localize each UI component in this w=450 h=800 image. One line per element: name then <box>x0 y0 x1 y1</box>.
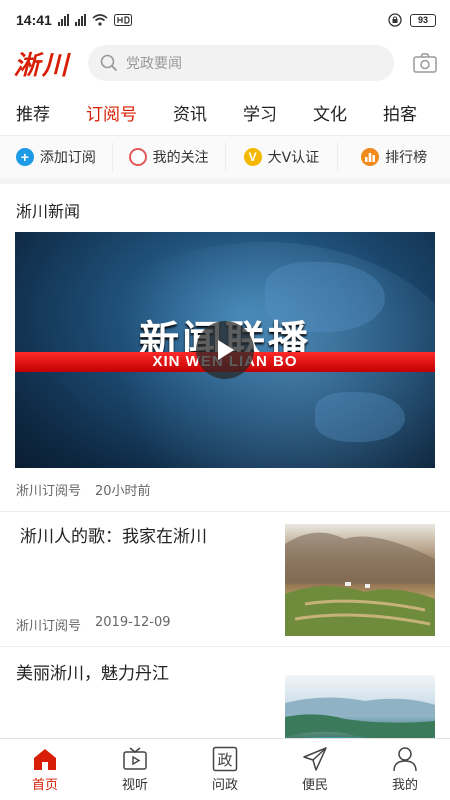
video-time: 20小时前 <box>95 484 151 499</box>
play-icon <box>218 340 234 360</box>
tab-news[interactable]: 资讯 <box>173 96 207 125</box>
camera-button[interactable] <box>412 50 438 76</box>
signal-icon <box>57 14 69 26</box>
plus-icon: + <box>15 148 34 166</box>
hd-icon <box>113 14 132 26</box>
status-time: 14:41 <box>16 12 52 28</box>
news-thumbnail <box>285 524 435 636</box>
video-source: 淅川订阅号 <box>16 484 82 499</box>
status-bar: 14:41 93 <box>0 0 450 40</box>
send-icon <box>303 747 327 771</box>
person-icon <box>393 747 417 772</box>
my-follows-button[interactable]: 我的关注 <box>113 142 226 172</box>
circle-icon <box>128 148 147 166</box>
bottom-nav: 首页 视听 政 问政 便民 我的 <box>0 738 450 800</box>
ranking-button[interactable]: 排行榜 <box>338 142 450 172</box>
list-item[interactable]: 美丽淅川，魅力丹江 <box>0 647 450 787</box>
tab-culture[interactable]: 文化 <box>313 96 347 125</box>
add-subscription-button[interactable]: + 添加订阅 <box>0 142 113 172</box>
my-follows-label: 我的关注 <box>152 150 209 166</box>
news-title: 美丽淅川，魅力丹江 <box>16 664 169 684</box>
header: 淅川 党政要闻 <box>0 40 450 86</box>
tab-photographer[interactable]: 拍客 <box>383 96 417 125</box>
nav-inquiry[interactable]: 政 问政 <box>180 739 270 800</box>
quick-actions: + 添加订阅 我的关注 V 大V认证 排行榜 <box>0 136 450 184</box>
camera-icon <box>413 53 437 73</box>
tab-study[interactable]: 学习 <box>243 96 277 125</box>
news-source: 淅川订阅号 <box>16 619 82 634</box>
nav-services-label: 便民 <box>301 778 328 793</box>
video-meta: 淅川订阅号 20小时前 <box>0 468 450 512</box>
video-card[interactable]: 新闻联播 XIN WEN LIAN BO <box>15 232 435 468</box>
news-title: 淅川人的歌：我家在淅川 <box>20 527 207 547</box>
app-logo: 淅川 <box>14 50 71 81</box>
signal-icon <box>74 14 86 26</box>
nav-services[interactable]: 便民 <box>270 739 360 800</box>
wifi-icon <box>92 14 108 26</box>
video-background-land <box>315 392 405 442</box>
news-date: 2019-12-09 <box>95 615 171 630</box>
play-button[interactable] <box>196 321 254 379</box>
nav-home[interactable]: 首页 <box>0 739 90 800</box>
add-subscription-label: 添加订阅 <box>39 150 96 166</box>
big-v-certification-label: 大V认证 <box>267 150 320 166</box>
zheng-icon-text: 政 <box>217 751 232 769</box>
nav-profile[interactable]: 我的 <box>360 739 450 800</box>
home-icon <box>34 749 56 770</box>
ranking-label: 排行榜 <box>385 150 428 166</box>
nav-media-label: 视听 <box>121 778 148 793</box>
list-item[interactable]: 淅川人的歌：我家在淅川 淅川订阅号 2019-12-09 <box>0 512 450 647</box>
search-bar[interactable]: 党政要闻 <box>88 45 394 81</box>
section-title: 淅川新闻 <box>16 202 81 221</box>
tab-recommend[interactable]: 推荐 <box>16 96 50 125</box>
nav-inquiry-label: 问政 <box>211 778 238 793</box>
zheng-icon: 政 <box>212 746 238 772</box>
search-placeholder: 党政要闻 <box>126 56 183 72</box>
search-icon <box>100 54 118 72</box>
nav-media[interactable]: 视听 <box>90 739 180 800</box>
battery-indicator: 93 <box>410 13 436 27</box>
big-v-certification-button[interactable]: V 大V认证 <box>226 142 339 172</box>
channel-tabs: 推荐 订阅号 资讯 学习 文化 拍客 经济 <box>0 86 450 136</box>
bar-chart-icon <box>361 148 380 166</box>
tab-subscriptions[interactable]: 订阅号 <box>86 96 137 125</box>
tv-icon <box>123 747 147 770</box>
nav-home-label: 首页 <box>31 778 58 793</box>
nav-profile-label: 我的 <box>391 778 418 793</box>
v-badge-icon: V <box>243 148 262 166</box>
lock-rotation-icon <box>388 13 402 27</box>
